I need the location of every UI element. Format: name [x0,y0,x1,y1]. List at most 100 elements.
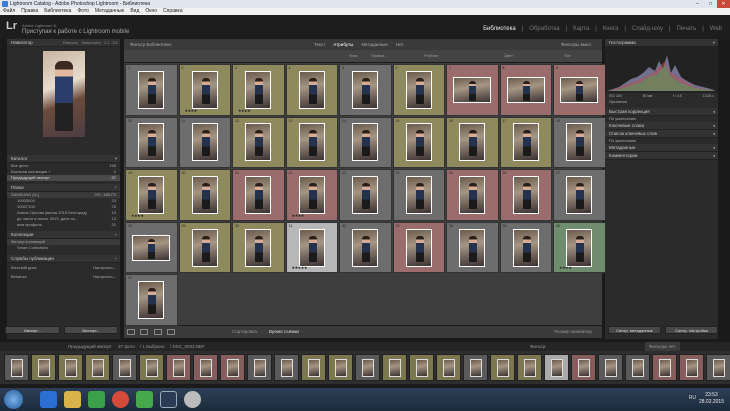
photo-thumbnail[interactable] [245,70,272,109]
grid-cell[interactable]: 30 [232,221,285,274]
keywording-header[interactable]: Ключевые слова ◂ [605,122,718,130]
photo-thumbnail[interactable] [405,228,432,267]
module-print[interactable]: Печать [677,26,697,32]
grid-cell[interactable]: 32 [339,221,392,274]
add-icon[interactable]: + [114,184,117,192]
filmstrip-cell[interactable] [274,354,299,381]
metadata-header[interactable]: Метаданные ◂ [605,144,718,152]
grid-cell[interactable]: 18 [553,116,606,169]
photo-thumbnail[interactable] [298,175,325,214]
explorer-icon[interactable] [64,391,81,408]
filmstrip-source[interactable]: Предыдущий импорт [68,342,112,351]
grid-cell[interactable]: 31 ★★★★★ [285,221,338,274]
filmstrip-cell[interactable] [490,354,515,381]
menu-help[interactable]: Справка [163,8,183,15]
grid-cell[interactable]: 16 [446,116,499,169]
thumbnail-size-label[interactable]: Размер миниатюр [554,326,592,338]
grid-cell[interactable]: 14 [339,116,392,169]
catalog-header[interactable]: Каталог ▾ [7,155,120,163]
photo-thumbnail[interactable] [560,76,599,103]
attr-rating[interactable]: Рейтинг [424,50,439,62]
filmstrip-cell[interactable] [301,354,326,381]
star-rating[interactable]: ★★★★ [559,265,572,270]
add-icon[interactable]: + [114,255,117,263]
grid-cell[interactable]: 2 ★★★★ [178,64,231,116]
photo-thumbnail[interactable] [512,228,539,267]
menu-window[interactable]: Окно [145,8,157,15]
attr-flag[interactable]: Флаг [349,50,358,62]
lightroom-icon[interactable] [160,391,177,408]
grid-cell[interactable]: 26 [499,169,552,221]
keyword-list-header[interactable]: Список ключевых слов ◂ [605,130,718,138]
grid-cell[interactable]: 34 [446,221,499,274]
photo-thumbnail[interactable] [298,123,325,162]
photo-thumbnail[interactable] [191,228,218,267]
grid-cell[interactable]: 25 [446,169,499,221]
navigator-preview[interactable] [42,51,85,137]
grid-cell[interactable]: 4 [285,64,338,116]
photo-thumbnail[interactable] [459,123,486,162]
photo-thumbnail[interactable] [191,70,218,109]
filmstrip-cell[interactable] [436,354,461,381]
photo-thumbnail[interactable] [352,228,379,267]
attr-edit[interactable]: Правка [371,50,385,62]
photo-thumbnail[interactable] [512,123,539,162]
minimize-button[interactable]: – [691,0,704,8]
filter-tab-none[interactable]: Нет [396,39,404,50]
grid-view-icon[interactable] [127,329,135,335]
photo-thumbnail[interactable] [245,175,272,214]
menu-library[interactable]: Библиотека [44,8,71,15]
attr-kind[interactable]: Тип [564,50,571,62]
filmstrip-cell[interactable] [31,354,56,381]
grid-cell[interactable]: 1 [125,64,178,116]
grid-cell[interactable]: 29 [178,221,231,274]
filmstrip-cell[interactable] [679,354,704,381]
photo-thumbnail[interactable] [459,175,486,214]
photo-thumbnail[interactable] [352,70,379,109]
chrome-icon[interactable] [112,391,129,408]
photo-thumbnail[interactable] [506,76,545,103]
grid-cell[interactable]: 17 [499,116,552,169]
close-button[interactable]: ✕ [717,0,730,8]
grid-cell[interactable]: 8 [499,64,552,116]
grid-cell[interactable]: 36 ★★★★ [553,221,606,274]
photo-thumbnail[interactable] [138,70,165,109]
filmstrip-cell[interactable] [382,354,407,381]
filmstrip-cell[interactable] [598,354,623,381]
filmstrip-cell[interactable] [85,354,110,381]
attr-color[interactable]: Цвет [504,50,513,62]
ie-icon[interactable] [40,391,57,408]
loupe-view-icon[interactable] [140,329,149,335]
filmstrip-cell[interactable] [706,354,730,381]
survey-view-icon[interactable] [166,329,175,335]
photo-thumbnail[interactable] [405,175,432,214]
module-develop[interactable]: Обработка [529,26,559,32]
filmstrip-cell[interactable] [652,354,677,381]
menu-photo[interactable]: Фото [77,8,89,15]
photo-thumbnail[interactable] [191,175,218,214]
photo-thumbnail[interactable] [352,175,379,214]
publish-services-header[interactable]: Службы публикации + [7,255,120,263]
sort-select[interactable]: Время съёмки [269,326,299,338]
filmstrip-cell[interactable] [166,354,191,381]
star-rating[interactable]: ★★★★ [292,213,305,218]
grid-cell[interactable]: 20 [178,169,231,221]
star-rating[interactable]: ★★★★ [185,108,198,113]
menu-edit[interactable]: Правка [21,8,38,15]
language-indicator[interactable]: RU [689,395,696,401]
service-hard-drive[interactable]: Жесткий диск Настроить... [7,263,120,272]
filmstrip-cell[interactable] [328,354,353,381]
grid-cell[interactable]: 23 [339,169,392,221]
photo-thumbnail[interactable] [566,175,593,214]
add-icon[interactable]: + [114,231,117,239]
photo-thumbnail[interactable] [138,175,165,214]
nav-fill[interactable]: Заполнить [81,39,101,47]
photo-thumbnail[interactable] [138,123,165,162]
sync-settings-button[interactable]: Синхр. настройки [665,326,718,334]
photo-thumbnail[interactable] [298,228,325,267]
filmstrip-cell[interactable] [625,354,650,381]
filmstrip-cell[interactable] [517,354,542,381]
filmstrip-cell[interactable] [355,354,380,381]
star-rating[interactable]: ★★★★★ [292,265,308,270]
filmstrip-cell[interactable] [247,354,272,381]
